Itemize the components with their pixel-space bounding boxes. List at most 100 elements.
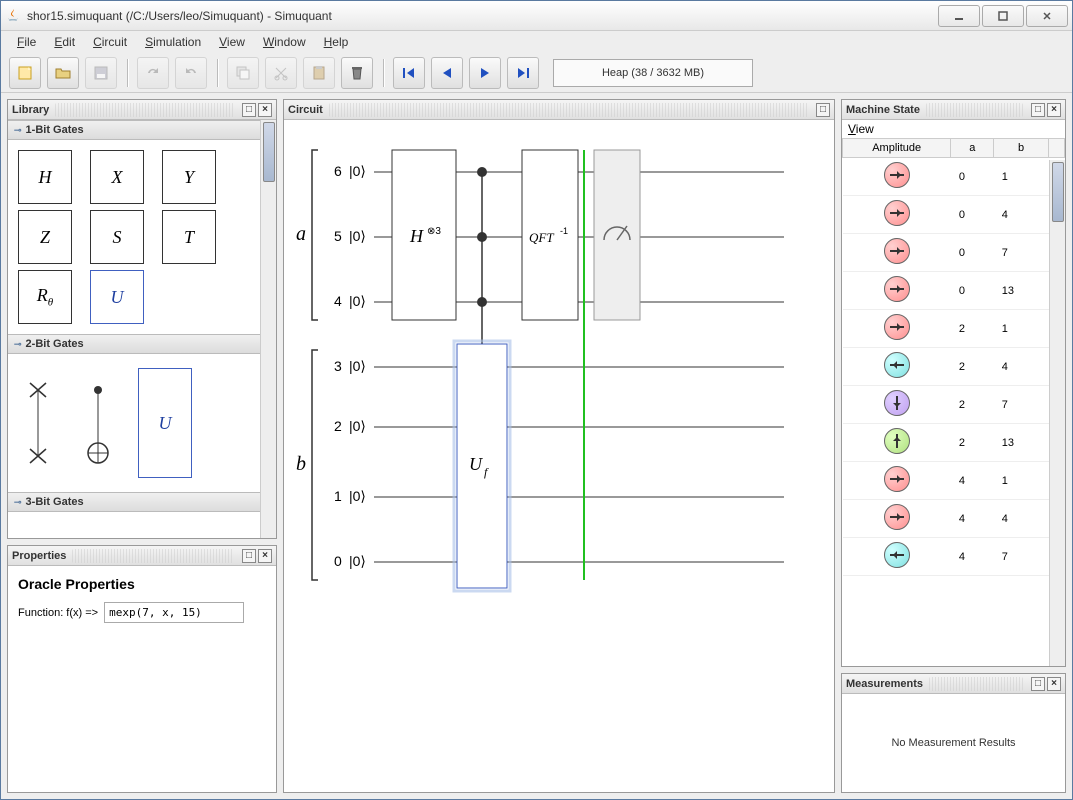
machine-state-panel: Machine State □ × View Amplitude a b bbox=[841, 99, 1066, 667]
svg-text:1: 1 bbox=[334, 488, 342, 504]
step-back-button[interactable] bbox=[431, 57, 463, 89]
section-2bit[interactable]: ⊸2-Bit Gates bbox=[8, 334, 276, 354]
delete-button[interactable] bbox=[341, 57, 373, 89]
gate-u[interactable]: U bbox=[90, 270, 144, 324]
gate-x[interactable]: X bbox=[90, 150, 144, 204]
svg-text:|0⟩: |0⟩ bbox=[349, 358, 366, 374]
menu-edit[interactable]: Edit bbox=[46, 33, 83, 51]
svg-text:|0⟩: |0⟩ bbox=[349, 163, 366, 179]
circuit-canvas[interactable]: a b 6|0⟩ 5|0⟩ 4|0⟩ 3|0⟩ 2|0⟩ 1|0⟩ 0|0⟩ bbox=[284, 120, 834, 792]
circuit-max-icon[interactable]: □ bbox=[816, 103, 830, 117]
undo-button[interactable] bbox=[137, 57, 169, 89]
library-max-icon[interactable]: □ bbox=[242, 103, 256, 117]
gate-rtheta[interactable]: Rθ bbox=[18, 270, 72, 324]
amplitude-icon bbox=[884, 542, 910, 568]
state-row[interactable]: 07 bbox=[843, 234, 1065, 272]
step-last-button[interactable] bbox=[507, 57, 539, 89]
svg-text:U: U bbox=[469, 454, 483, 474]
svg-text:|0⟩: |0⟩ bbox=[349, 418, 366, 434]
cell-b: 1 bbox=[994, 158, 1049, 196]
machine-state-view-menu[interactable]: View bbox=[842, 120, 1065, 138]
cell-b: 7 bbox=[994, 386, 1049, 424]
menu-view[interactable]: View bbox=[211, 33, 253, 51]
state-row[interactable]: 24 bbox=[843, 348, 1065, 386]
state-row[interactable]: 01 bbox=[843, 158, 1065, 196]
state-row[interactable]: 013 bbox=[843, 272, 1065, 310]
state-row[interactable]: 44 bbox=[843, 500, 1065, 538]
gate-s[interactable]: S bbox=[90, 210, 144, 264]
library-title: Library bbox=[12, 104, 49, 116]
cell-b: 4 bbox=[994, 196, 1049, 234]
svg-text:|0⟩: |0⟩ bbox=[349, 553, 366, 569]
col-b[interactable]: b bbox=[994, 139, 1049, 158]
controlled-u-gate[interactable]: U bbox=[138, 368, 192, 478]
machine-state-max-icon[interactable]: □ bbox=[1031, 103, 1045, 117]
save-button[interactable] bbox=[85, 57, 117, 89]
minimize-button[interactable] bbox=[938, 5, 980, 27]
amplitude-icon bbox=[884, 504, 910, 530]
state-row[interactable]: 21 bbox=[843, 310, 1065, 348]
measurements-close-icon[interactable]: × bbox=[1047, 677, 1061, 691]
svg-text:⊗3: ⊗3 bbox=[427, 226, 441, 237]
section-1bit[interactable]: ⊸1-Bit Gates bbox=[8, 120, 276, 140]
swap-gate[interactable] bbox=[18, 378, 58, 468]
measurements-empty: No Measurement Results bbox=[842, 694, 1065, 792]
maximize-button[interactable] bbox=[982, 5, 1024, 27]
state-row[interactable]: 47 bbox=[843, 538, 1065, 576]
window-title: shor15.simuquant (/C:/Users/leo/Simuquan… bbox=[27, 9, 936, 23]
menu-window[interactable]: Window bbox=[255, 33, 314, 51]
cell-b: 4 bbox=[994, 500, 1049, 538]
menu-help[interactable]: Help bbox=[316, 33, 357, 51]
svg-text:|0⟩: |0⟩ bbox=[349, 228, 366, 244]
function-input[interactable] bbox=[104, 602, 244, 623]
amplitude-icon bbox=[884, 314, 910, 340]
state-scrollbar[interactable] bbox=[1049, 160, 1065, 666]
state-row[interactable]: 41 bbox=[843, 462, 1065, 500]
register-a-label: a bbox=[296, 223, 306, 245]
col-a[interactable]: a bbox=[951, 139, 994, 158]
properties-title: Properties bbox=[12, 550, 66, 562]
cell-a: 4 bbox=[951, 462, 994, 500]
close-button[interactable] bbox=[1026, 5, 1068, 27]
redo-button[interactable] bbox=[175, 57, 207, 89]
copy-button[interactable] bbox=[227, 57, 259, 89]
gate-z[interactable]: Z bbox=[18, 210, 72, 264]
library-close-icon[interactable]: × bbox=[258, 103, 272, 117]
amplitude-icon bbox=[884, 238, 910, 264]
step-first-button[interactable] bbox=[393, 57, 425, 89]
cell-b: 7 bbox=[994, 538, 1049, 576]
step-forward-button[interactable] bbox=[469, 57, 501, 89]
menu-simulation[interactable]: Simulation bbox=[137, 33, 209, 51]
section-3bit[interactable]: ⊸3-Bit Gates bbox=[8, 492, 276, 512]
cell-a: 0 bbox=[951, 158, 994, 196]
cell-b: 4 bbox=[994, 348, 1049, 386]
gate-t[interactable]: T bbox=[162, 210, 216, 264]
menu-circuit[interactable]: Circuit bbox=[85, 33, 135, 51]
gate-y[interactable]: Y bbox=[162, 150, 216, 204]
state-table: Amplitude a b 010407013212427213414447 bbox=[842, 138, 1065, 576]
svg-text:|0⟩: |0⟩ bbox=[349, 488, 366, 504]
machine-state-close-icon[interactable]: × bbox=[1047, 103, 1061, 117]
state-row[interactable]: 04 bbox=[843, 196, 1065, 234]
cnot-gate[interactable] bbox=[78, 378, 118, 468]
cell-b: 13 bbox=[994, 272, 1049, 310]
state-row[interactable]: 27 bbox=[843, 386, 1065, 424]
open-button[interactable] bbox=[47, 57, 79, 89]
amplitude-icon bbox=[884, 466, 910, 492]
col-amplitude[interactable]: Amplitude bbox=[843, 139, 951, 158]
heap-indicator[interactable]: Heap (38 / 3632 MB) bbox=[553, 59, 753, 87]
titlebar: shor15.simuquant (/C:/Users/leo/Simuquan… bbox=[1, 1, 1072, 31]
gate-h[interactable]: H bbox=[18, 150, 72, 204]
library-scrollbar[interactable] bbox=[260, 120, 276, 538]
properties-heading: Oracle Properties bbox=[18, 576, 266, 592]
cut-button[interactable] bbox=[265, 57, 297, 89]
machine-state-title: Machine State bbox=[846, 104, 920, 116]
properties-close-icon[interactable]: × bbox=[258, 549, 272, 563]
menu-file[interactable]: File bbox=[9, 33, 44, 51]
measurements-max-icon[interactable]: □ bbox=[1031, 677, 1045, 691]
svg-text:H: H bbox=[409, 226, 424, 246]
state-row[interactable]: 213 bbox=[843, 424, 1065, 462]
properties-max-icon[interactable]: □ bbox=[242, 549, 256, 563]
paste-button[interactable] bbox=[303, 57, 335, 89]
new-button[interactable] bbox=[9, 57, 41, 89]
